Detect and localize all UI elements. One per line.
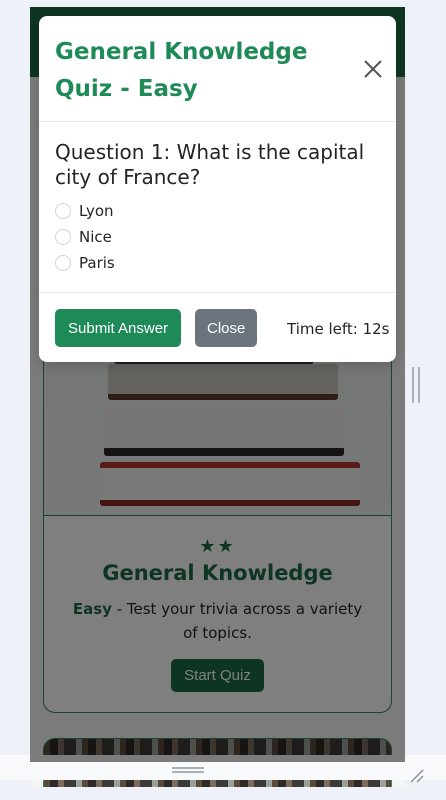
radio-button[interactable] bbox=[55, 229, 71, 245]
resize-corner-icon[interactable] bbox=[407, 766, 425, 784]
close-icon[interactable] bbox=[362, 58, 384, 80]
option-lyon[interactable]: Lyon bbox=[55, 198, 380, 224]
option-label: Paris bbox=[79, 254, 115, 272]
modal-title: General Knowledge Quiz - Easy bbox=[55, 39, 308, 102]
radio-button[interactable] bbox=[55, 255, 71, 271]
answer-options: Lyon Nice Paris bbox=[55, 198, 380, 276]
option-label: Nice bbox=[79, 228, 112, 246]
close-button[interactable]: Close bbox=[195, 309, 258, 347]
submit-answer-button[interactable]: Submit Answer bbox=[55, 309, 182, 347]
option-label: Lyon bbox=[79, 202, 114, 220]
drag-handle-icon[interactable] bbox=[172, 767, 204, 773]
timer-text: Time left: 12s bbox=[287, 320, 390, 338]
question-text: Question 1: What is the capital city of … bbox=[55, 140, 365, 189]
modal-footer: Submit Answer Close Time left: 12s bbox=[39, 292, 396, 362]
modal-body: Question 1: What is the capital city of … bbox=[55, 140, 380, 276]
option-paris[interactable]: Paris bbox=[55, 250, 380, 276]
quiz-modal: General Knowledge Quiz - Easy Question 1… bbox=[39, 16, 396, 362]
modal-header: General Knowledge Quiz - Easy bbox=[39, 16, 396, 122]
option-nice[interactable]: Nice bbox=[55, 224, 380, 250]
side-drag-handle-icon[interactable] bbox=[412, 367, 420, 403]
radio-button[interactable] bbox=[55, 203, 71, 219]
